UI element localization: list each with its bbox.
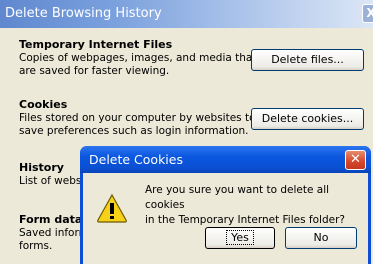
form-data-desc-line2: forms. [19,240,53,252]
cookies-desc-line1: Files stored on your computer by website… [19,112,256,124]
dialog-body: Are you sure you want to delete all cook… [83,173,368,264]
delete-cookies-button[interactable]: Delete cookies... [251,108,364,130]
dialog-message-line1: Are you sure you want to delete all cook… [145,184,330,211]
cookies-title: Cookies [19,98,68,111]
window-close-button[interactable]: X [362,4,373,23]
yes-button-label: Yes [226,230,254,245]
section-temp-files: Temporary Internet Files Copies of webpa… [19,38,256,78]
dialog-titlebar[interactable]: Delete Cookies ✕ [80,146,371,173]
section-history: History List of websit [19,161,88,188]
delete-files-button[interactable]: Delete files... [251,49,364,71]
temp-files-title: Temporary Internet Files [19,38,173,51]
dialog-message-line2: in the Temporary Internet Files folder? [145,214,345,226]
section-form-data: Form data Saved inform forms. [19,213,89,253]
warning-icon [97,193,127,223]
cookies-desc-line2: save preferences such as login informati… [19,125,249,137]
history-title: History [19,161,64,174]
no-button[interactable]: No [285,227,357,249]
form-data-title: Form data [19,213,83,226]
delete-cookies-dialog: Delete Cookies ✕ Are you sure you want t… [80,146,371,264]
window-title: Delete Browsing History [5,6,162,21]
window-titlebar[interactable]: Delete Browsing History X [0,0,373,28]
dialog-message: Are you sure you want to delete all cook… [145,183,365,228]
temp-files-desc-line2: are saved for faster viewing. [19,65,170,77]
history-desc-line1: List of websit [19,175,89,187]
section-cookies: Cookies Files stored on your computer by… [19,98,256,138]
dialog-title: Delete Cookies [89,152,183,167]
temp-files-desc-line1: Copies of webpages, images, and media th… [19,52,257,64]
form-data-desc-line1: Saved inform [19,227,89,239]
yes-button[interactable]: Yes [205,227,275,249]
dialog-close-button[interactable]: ✕ [345,150,366,170]
